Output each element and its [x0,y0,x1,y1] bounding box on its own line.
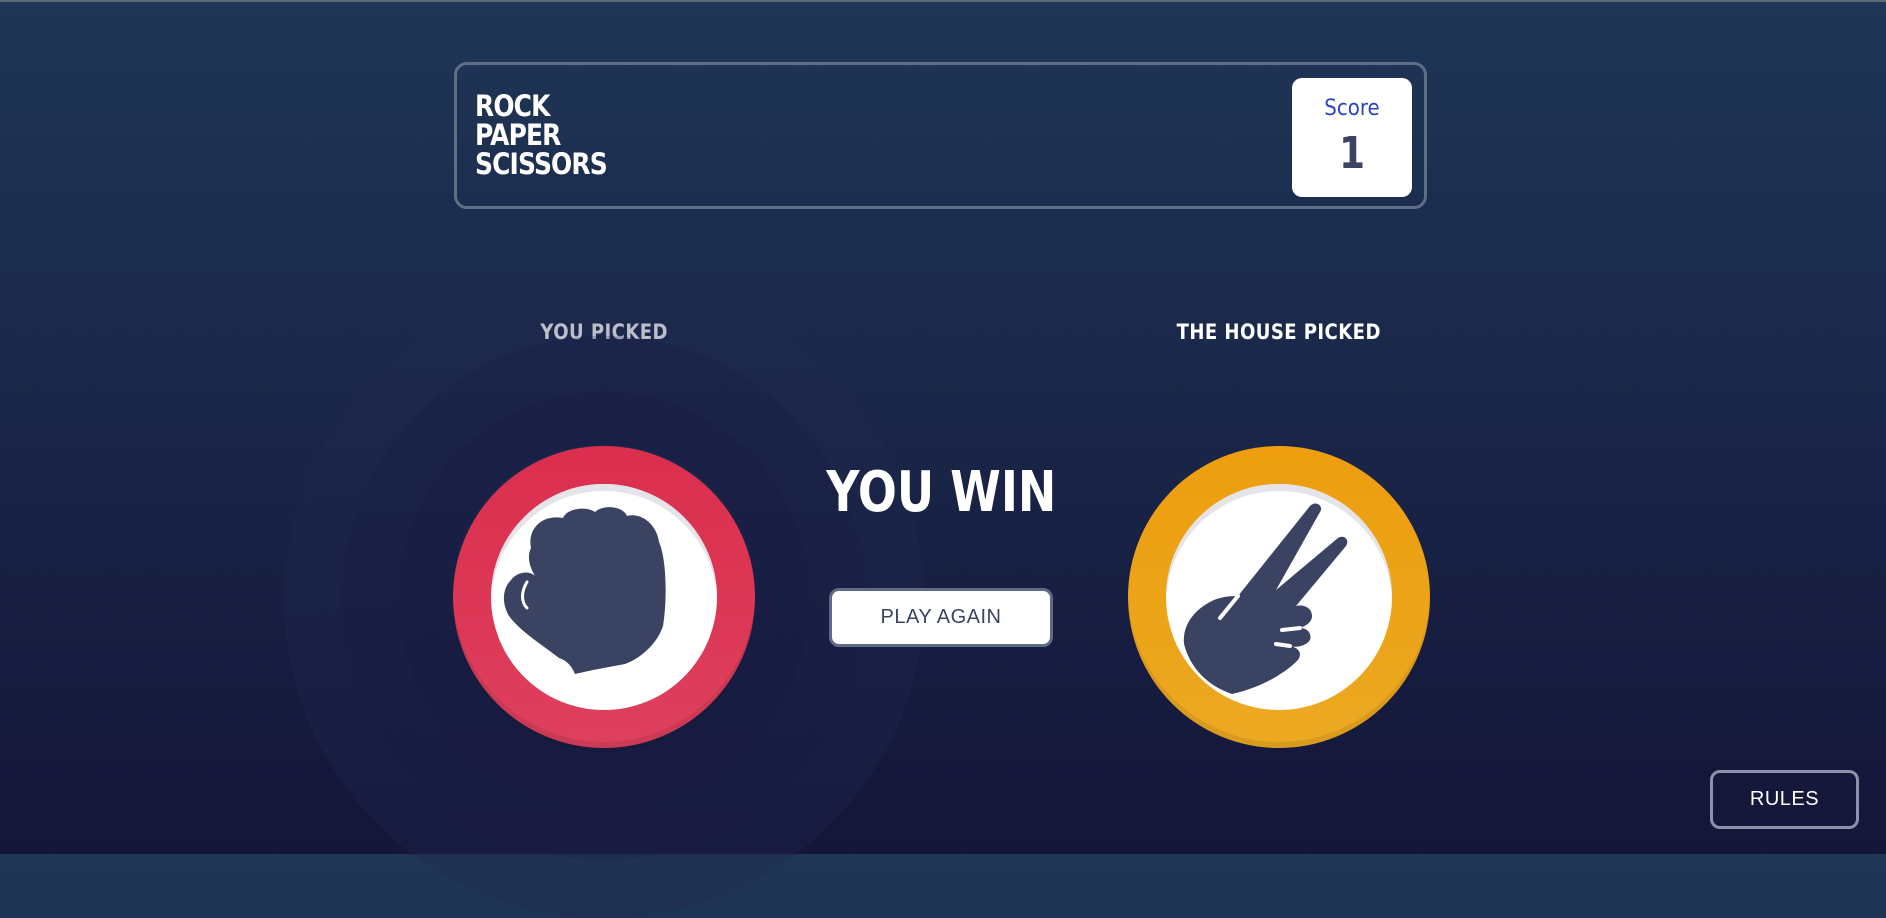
rules-button[interactable]: RULES [1710,770,1859,829]
rock-token-face [491,484,717,710]
score-header: ROCK PAPER SCISSORS Score 1 [454,62,1427,209]
score-label: Score [1324,96,1380,121]
player-pick-label: YOU PICKED [540,320,668,344]
top-border-line [0,0,1886,2]
play-again-button[interactable]: PLAY AGAIN [829,588,1053,647]
house-scissors-token [1128,446,1430,748]
player-rock-token [453,446,755,748]
house-pick-label: THE HOUSE PICKED [1176,320,1382,344]
game-title: ROCK PAPER SCISSORS [475,92,628,179]
rock-hand-icon [503,507,666,674]
title-line-3: SCISSORS [475,147,608,181]
title-line-1: ROCK [475,89,550,123]
scissors-token-face [1166,484,1392,710]
score-box: Score 1 [1292,78,1412,197]
result-text: YOU WIN [825,460,1057,525]
title-line-2: PAPER [475,118,561,152]
score-value: 1 [1338,128,1366,179]
scissors-hand-icon [1183,503,1348,694]
